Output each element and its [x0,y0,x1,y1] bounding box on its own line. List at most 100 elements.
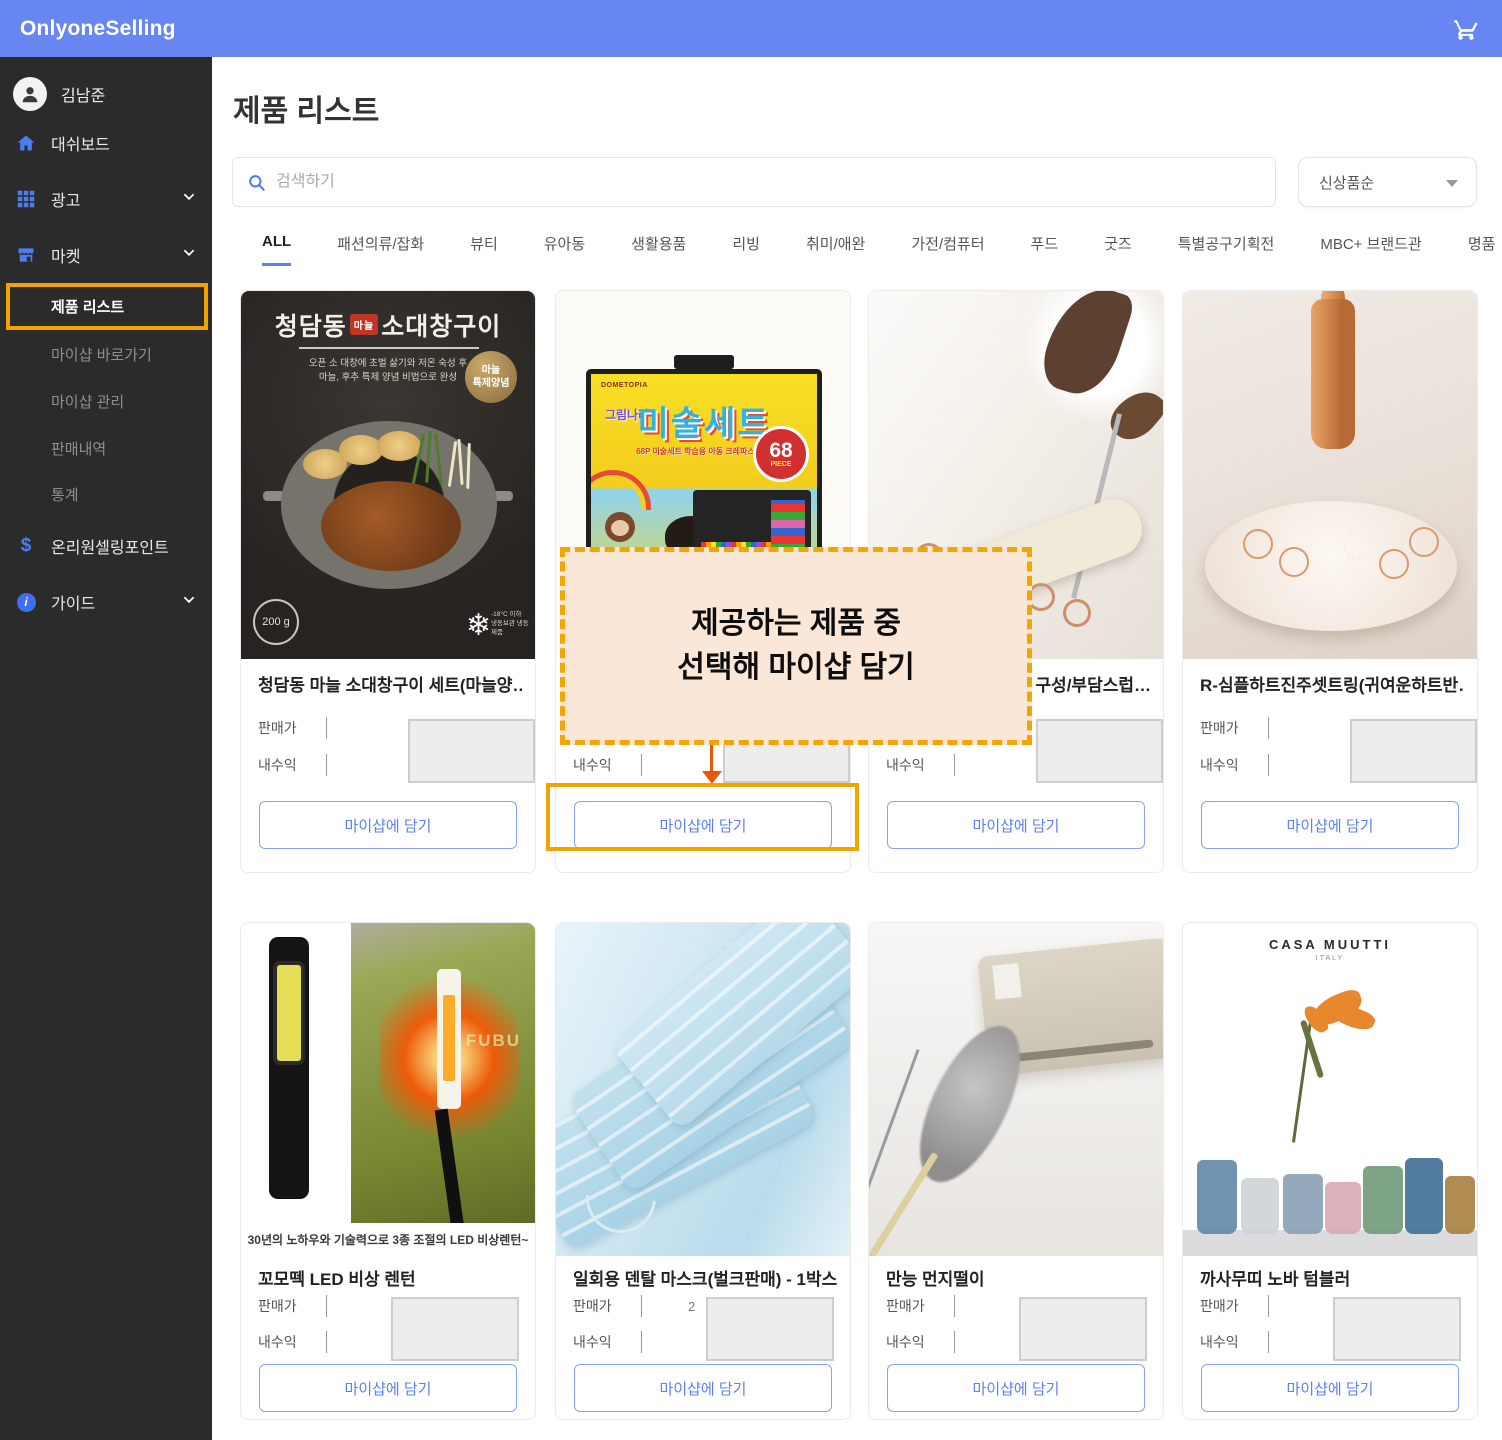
sidebar-user: 김남준 [0,69,212,119]
product-card: 청담동마늘소대창구이 오픈 소 대창에 초벌 삶기와 저온 숙성 후마늘, 후추… [240,290,536,873]
bag-brand-text: FUBU [466,1031,521,1051]
add-to-myshop-button[interactable]: 마이샵에 담기 [574,1364,832,1412]
product-image: FUBU 30년의 노하우와 기술력으로 3종 조절의 LED 비상렌턴~ [241,923,535,1256]
monkey-art [605,512,635,542]
product-card: CASA MUUTTI ITALY 까사무띠 노바 텀블러 판매가 내수익 마이… [1182,922,1478,1420]
tab-special[interactable]: 특별공구기획전 [1178,233,1275,267]
profit-label: 내수익 [573,755,627,775]
gold-badge: 마늘특제양념 [465,351,517,403]
sort-dropdown[interactable]: 신상품순 [1298,157,1477,207]
grid-icon [15,188,37,210]
sidebar-item-stats[interactable]: 통계 [0,474,212,514]
tab-food[interactable]: 푸드 [1031,233,1059,267]
profit-label: 내수익 [886,1332,940,1352]
brand-logo-text: CASA MUUTTI [1183,937,1477,952]
sidebar-item-product-list[interactable]: 제품 리스트 [0,286,212,326]
price-label: 판매가 [258,1296,312,1316]
sidebar: 김남준 대쉬보드 광고 [0,57,212,1440]
sidebar-item-market[interactable]: 마켓 [0,233,212,277]
tab-luxury[interactable]: 명품 [1468,233,1496,267]
sidebar-item-dashboard[interactable]: 대쉬보드 [0,121,212,165]
price-label: 판매가 [573,1296,627,1316]
price-blur [1019,1297,1147,1361]
top-header: OnlyoneSelling [0,0,1502,57]
sidebar-item-points[interactable]: $ 온리원셀링포인트 [0,524,212,568]
profit-label: 내수익 [258,755,312,775]
product-title: 만능 먼지떨이 [886,1265,1151,1290]
product-card: R-심플하트진주셋트링(귀여운하트반… 판매가 내수익 마이샵에 담기 [1182,290,1478,873]
sidebar-item-guide[interactable]: i 가이드 [0,580,212,624]
sidebar-item-sales-history[interactable]: 판매내역 [0,428,212,468]
price-label: 판매가 [258,718,312,738]
product-card: 일회용 덴탈 마스크(벌크판매) - 1박스(2… 판매가 2 내수익 마이샵에… [555,922,851,1420]
chevron-down-icon [182,190,196,209]
add-to-myshop-button[interactable]: 마이샵에 담기 [259,1364,517,1412]
store-icon [15,244,37,266]
tab-beauty[interactable]: 뷰티 [470,233,498,267]
profit-label: 내수익 [258,1332,312,1352]
price-blur [1036,719,1163,783]
sidebar-item-myshop-link[interactable]: 마이샵 바로가기 [0,334,212,374]
brand-logo: OnlyoneSelling [20,17,176,41]
annotation-arrow-head [702,771,722,784]
price-blur [408,719,535,783]
price-blur [391,1297,519,1361]
tab-hobby-pet[interactable]: 취미/애완 [806,233,865,267]
info-icon: i [15,591,37,613]
annotation-arrow [710,745,713,773]
price-fragment: 2 [688,1299,695,1314]
product-image [556,923,850,1256]
add-to-myshop-button[interactable]: 마이샵에 담기 [574,801,832,849]
home-icon [15,132,37,154]
sort-selected-value: 신상품순 [1319,172,1374,193]
search-icon [247,173,266,192]
cart-icon[interactable] [1450,13,1482,45]
profit-label: 내수익 [1200,755,1254,775]
profit-label: 내수익 [573,1332,627,1352]
tab-living[interactable]: 리빙 [732,233,760,267]
profit-label: 내수익 [886,755,940,775]
search-input[interactable] [276,173,1176,191]
product-image [869,923,1163,1256]
price-label: 판매가 [886,1296,940,1316]
product-title: 일회용 덴탈 마스크(벌크판매) - 1박스(2… [573,1265,838,1290]
price-label: 판매가 [1200,718,1254,738]
sidebar-item-myshop-manage[interactable]: 마이샵 관리 [0,381,212,421]
product-image [1183,291,1477,659]
user-name: 김남준 [61,82,105,106]
price-blur [706,1297,834,1361]
price-blur [1333,1297,1461,1361]
tab-living-goods[interactable]: 생활용품 [631,233,686,267]
product-title: R-심플하트진주셋트링(귀여운하트반… [1200,671,1465,696]
tab-electronics[interactable]: 가전/컴퓨터 [911,233,984,267]
sidebar-item-ads[interactable]: 광고 [0,177,212,221]
product-card: 만능 먼지떨이 판매가 내수익 마이샵에 담기 [868,922,1164,1420]
product-image: CASA MUUTTI ITALY [1183,923,1477,1256]
add-to-myshop-button[interactable]: 마이샵에 담기 [887,1364,1145,1412]
tab-kids[interactable]: 유아동 [544,233,585,267]
profit-label: 내수익 [1200,1332,1254,1352]
add-to-myshop-button[interactable]: 마이샵에 담기 [259,801,517,849]
product-title: 꼬모떽 LED 비상 렌턴 [258,1265,523,1290]
add-to-myshop-button[interactable]: 마이샵에 담기 [1201,1364,1459,1412]
add-to-myshop-button[interactable]: 마이샵에 담기 [1201,801,1459,849]
tab-goods[interactable]: 굿즈 [1104,233,1132,267]
chevron-down-icon [182,593,196,612]
product-image: 청담동마늘소대창구이 오픈 소 대창에 초벌 삶기와 저온 숙성 후마늘, 후추… [241,291,535,659]
page-title: 제품 리스트 [233,86,379,130]
search-bar [232,157,1276,207]
app-root: OnlyoneSelling 김남준 대쉬보드 [0,0,1502,1440]
chevron-down-icon [182,246,196,265]
product-title: 청담동 마늘 소대창구이 세트(마늘양… [258,671,523,696]
annotation-line2: 선택해 마이샵 담기 [677,646,914,690]
price-label: 판매가 [1200,1296,1254,1316]
image-caption: 30년의 노하우와 기술력으로 3종 조절의 LED 비상렌턴~ [241,1223,535,1256]
tab-mbc-brand[interactable]: MBC+ 브랜드관 [1320,233,1421,267]
price-blur [1350,719,1477,783]
tab-all[interactable]: ALL [262,233,291,266]
tab-fashion[interactable]: 패션의류/잡화 [337,233,424,267]
add-to-myshop-button[interactable]: 마이샵에 담기 [887,801,1145,849]
product-title: 까사무띠 노바 텀블러 [1200,1265,1465,1290]
piece-count-badge: 68PIECE [753,426,809,482]
annotation-callout: 제공하는 제품 중 선택해 마이샵 담기 [560,547,1032,745]
